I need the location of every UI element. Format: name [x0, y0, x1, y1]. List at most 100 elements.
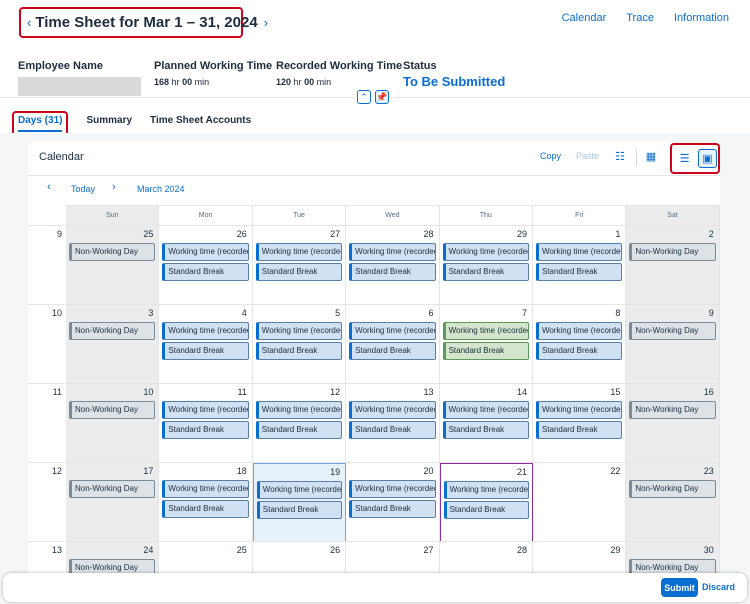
calendar-day-cell[interactable]: 15 Working time (recorded) Standard Break: [533, 384, 627, 463]
calendar-day-cell[interactable]: 25 Non-Working Day: [66, 226, 160, 305]
working-time-entry[interactable]: Working time (recorded): [442, 243, 529, 261]
working-time-entry[interactable]: Working time (recorded): [442, 322, 529, 340]
standard-break-entry[interactable]: Standard Break: [255, 421, 343, 439]
page-header: ‹ Time Sheet for Mar 1 – 31, 2024 › Cale…: [0, 0, 750, 137]
working-time-entry[interactable]: Working time (recorded): [255, 243, 343, 261]
working-time-entry[interactable]: Working time (recorded): [349, 322, 436, 340]
non-working-day-entry[interactable]: Non-Working Day: [69, 243, 156, 261]
standard-break-entry[interactable]: Standard Break: [349, 421, 436, 439]
checklist-icon[interactable]: ☷: [613, 150, 627, 164]
working-time-entry[interactable]: Working time (recorded): [255, 401, 343, 419]
non-working-day-entry[interactable]: Non-Working Day: [629, 480, 716, 498]
calendar-day-cell[interactable]: 7 Working time (recorded) Standard Break: [440, 305, 533, 384]
calendar-day-cell[interactable]: 2 Non-Working Day: [626, 226, 720, 305]
copy-button[interactable]: Copy: [540, 151, 561, 161]
collapse-header-button[interactable]: ⌃: [357, 90, 371, 104]
standard-break-entry[interactable]: Standard Break: [535, 421, 623, 439]
calendar-day-cell[interactable]: 19 Working time (recorded) Standard Break: [252, 463, 347, 542]
calendar-day-cell[interactable]: 23 Non-Working Day: [626, 463, 720, 542]
working-time-entry[interactable]: Working time (recorded): [256, 481, 343, 499]
previous-period-icon[interactable]: ‹: [27, 15, 31, 30]
working-time-entry[interactable]: Working time (recorded): [162, 322, 249, 340]
information-link[interactable]: Information: [674, 12, 729, 24]
standard-break-entry[interactable]: Standard Break: [442, 263, 529, 281]
calendar-day-cell[interactable]: 11 Working time (recorded) Standard Break: [159, 384, 253, 463]
non-working-day-entry[interactable]: Non-Working Day: [69, 401, 156, 419]
pin-header-button[interactable]: 📌: [375, 90, 389, 104]
calendar-day-cell[interactable]: 16 Non-Working Day: [626, 384, 720, 463]
working-time-entry[interactable]: Working time (recorded): [443, 481, 529, 499]
standard-break-entry[interactable]: Standard Break: [535, 263, 623, 281]
today-button[interactable]: Today: [71, 184, 95, 194]
calendar-day-cell[interactable]: 18 Working time (recorded) Standard Break: [159, 463, 253, 542]
recorded-attribute: Recorded Working Time 120 hr 00 min: [276, 60, 402, 87]
calendar-day-cell[interactable]: 14 Working time (recorded) Standard Break: [440, 384, 533, 463]
working-time-entry[interactable]: Working time (recorded): [535, 401, 623, 419]
trace-link[interactable]: Trace: [626, 12, 654, 24]
calendar-day-cell[interactable]: 27 Working time (recorded) Standard Break: [253, 226, 347, 305]
day-number: 2: [708, 229, 714, 239]
previous-month-icon[interactable]: ‹: [47, 181, 51, 193]
page-title: Time Sheet for Mar 1 – 31, 2024: [35, 14, 258, 31]
working-time-entry[interactable]: Working time (recorded): [162, 243, 249, 261]
day-number: 15: [610, 387, 621, 397]
working-time-entry[interactable]: Working time (recorded): [442, 401, 529, 419]
submit-button[interactable]: Submit: [661, 578, 698, 597]
calendar-day-cell[interactable]: 26 Working time (recorded) Standard Break: [159, 226, 253, 305]
calendar-day-cell[interactable]: 8 Working time (recorded) Standard Break: [533, 305, 627, 384]
calendar-day-cell[interactable]: 10 Non-Working Day: [66, 384, 160, 463]
standard-break-entry[interactable]: Standard Break: [349, 500, 436, 518]
non-working-day-entry[interactable]: Non-Working Day: [629, 243, 716, 261]
calendar-link[interactable]: Calendar: [562, 12, 607, 24]
discard-button[interactable]: Discard: [702, 582, 735, 592]
standard-break-entry[interactable]: Standard Break: [162, 421, 249, 439]
calendar-view-button[interactable]: ▣: [698, 149, 717, 168]
calendar-day-cell[interactable]: 17 Non-Working Day: [66, 463, 160, 542]
calendar-day-cell[interactable]: 6 Working time (recorded) Standard Break: [346, 305, 440, 384]
calendar-day-cell[interactable]: 1 Working time (recorded) Standard Break: [533, 226, 627, 305]
calendar-day-cell[interactable]: 4 Working time (recorded) Standard Break: [159, 305, 253, 384]
current-month-label[interactable]: March 2024: [137, 184, 185, 194]
working-time-entry[interactable]: Working time (recorded): [349, 401, 436, 419]
standard-break-entry[interactable]: Standard Break: [349, 263, 436, 281]
calendar-day-cell[interactable]: 5 Working time (recorded) Standard Break: [253, 305, 347, 384]
calendar-day-cell[interactable]: 13 Working time (recorded) Standard Break: [346, 384, 440, 463]
calendar-day-cell[interactable]: 22: [533, 463, 627, 542]
calendar-day-cell[interactable]: 3 Non-Working Day: [66, 305, 160, 384]
calendar-day-cell[interactable]: 21 Working time (recorded) Standard Break: [439, 463, 533, 542]
planned-attribute: Planned Working Time 168 hr 00 min: [154, 60, 272, 87]
non-working-day-entry[interactable]: Non-Working Day: [629, 322, 716, 340]
next-month-icon[interactable]: ›: [112, 181, 116, 193]
standard-break-entry[interactable]: Standard Break: [349, 342, 436, 360]
non-working-day-entry[interactable]: Non-Working Day: [69, 480, 156, 498]
working-time-entry[interactable]: Working time (recorded): [162, 480, 249, 498]
calendar-day-cell[interactable]: 9 Non-Working Day: [626, 305, 720, 384]
calendar-day-cell[interactable]: 12 Working time (recorded) Standard Break: [253, 384, 347, 463]
calendar-day-cell[interactable]: 29 Working time (recorded) Standard Break: [440, 226, 533, 305]
day-number: 9: [708, 308, 714, 318]
next-period-icon[interactable]: ›: [264, 15, 268, 30]
standard-break-entry[interactable]: Standard Break: [162, 263, 249, 281]
working-time-entry[interactable]: Working time (recorded): [255, 322, 343, 340]
working-time-entry[interactable]: Working time (recorded): [162, 401, 249, 419]
standard-break-entry[interactable]: Standard Break: [535, 342, 623, 360]
working-time-entry[interactable]: Working time (recorded): [349, 480, 436, 498]
list-view-button[interactable]: ☰: [675, 149, 694, 168]
table-view-icon[interactable]: ▦: [644, 150, 658, 164]
paste-button[interactable]: Paste: [576, 151, 599, 161]
standard-break-entry[interactable]: Standard Break: [255, 263, 343, 281]
standard-break-entry[interactable]: Standard Break: [442, 342, 529, 360]
standard-break-entry[interactable]: Standard Break: [162, 500, 249, 518]
calendar-day-cell[interactable]: 28 Working time (recorded) Standard Break: [346, 226, 440, 305]
standard-break-entry[interactable]: Standard Break: [162, 342, 249, 360]
working-time-entry[interactable]: Working time (recorded): [535, 322, 623, 340]
non-working-day-entry[interactable]: Non-Working Day: [69, 322, 156, 340]
working-time-entry[interactable]: Working time (recorded): [535, 243, 623, 261]
standard-break-entry[interactable]: Standard Break: [255, 342, 343, 360]
standard-break-entry[interactable]: Standard Break: [256, 501, 343, 519]
standard-break-entry[interactable]: Standard Break: [443, 501, 529, 519]
calendar-day-cell[interactable]: 20 Working time (recorded) Standard Break: [346, 463, 440, 542]
standard-break-entry[interactable]: Standard Break: [442, 421, 529, 439]
non-working-day-entry[interactable]: Non-Working Day: [629, 401, 716, 419]
working-time-entry[interactable]: Working time (recorded): [349, 243, 436, 261]
